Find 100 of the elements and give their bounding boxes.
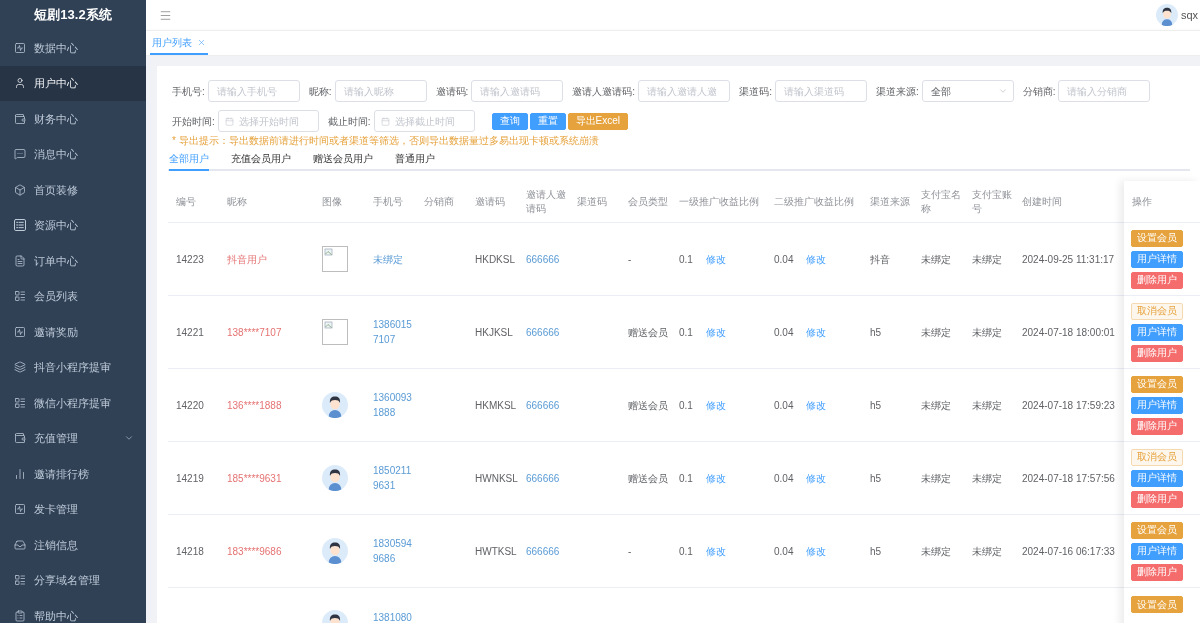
sidebar-item[interactable]: 邀请排行榜	[0, 456, 146, 492]
action-button[interactable]: 取消会员	[1131, 448, 1183, 466]
alipay-name: 未绑定	[921, 325, 951, 340]
nickname: 185****9631	[227, 471, 282, 486]
sidebar-item[interactable]: 数据中心	[0, 30, 146, 66]
action-button[interactable]: 删除用户	[1131, 417, 1183, 435]
user-id: 14220	[176, 398, 204, 413]
nickname: 抖音用户	[227, 252, 267, 267]
user-tab[interactable]: 全部用户	[169, 147, 209, 171]
action-button[interactable]: 设置会员	[1131, 375, 1183, 393]
sidebar-item[interactable]: 会员列表	[0, 278, 146, 314]
sidebar-item[interactable]: 分享域名管理	[0, 562, 146, 598]
sidebar-item[interactable]: 财务中心	[0, 101, 146, 137]
sidebar-item[interactable]: 订单中心	[0, 243, 146, 279]
edit-link[interactable]: 修改	[806, 324, 827, 340]
action-button[interactable]: 删除用户	[1131, 344, 1183, 362]
user-avatar-icon	[1155, 4, 1178, 26]
column-header: 支付宝名称	[921, 187, 962, 216]
edit-link[interactable]: 修改	[806, 470, 827, 486]
edit-link[interactable]: 修改	[705, 543, 726, 559]
filter-button[interactable]: 查询	[491, 112, 528, 130]
edit-link[interactable]: 修改	[705, 397, 726, 413]
sidebar-item[interactable]: 资源中心	[0, 207, 146, 243]
edit-link[interactable]: 修改	[705, 324, 726, 340]
wallet-icon	[14, 112, 26, 125]
action-button[interactable]: 删除用户	[1131, 271, 1183, 289]
document-icon	[14, 254, 26, 267]
phone-link[interactable]: 未绑定	[373, 251, 403, 267]
column-header: 编号	[176, 194, 196, 209]
alipay-name: 未绑定	[921, 252, 951, 267]
sidebar-item[interactable]: 发卡管理	[0, 491, 146, 527]
inviter-code-link[interactable]: 666666	[526, 324, 560, 340]
sidebar-item[interactable]: 微信小程序提审	[0, 385, 146, 421]
field-label: 手机号:	[172, 84, 205, 99]
nickname: 136****1888	[227, 398, 282, 413]
filter-button[interactable]: 导出Excel	[567, 112, 628, 130]
inviter-code-link[interactable]: 666666	[526, 251, 560, 267]
field-label: 昵称:	[308, 84, 332, 99]
member-type: -	[628, 544, 632, 559]
phone-link[interactable]: 13600931888	[373, 390, 414, 420]
sidebar-item[interactable]: 首页装修	[0, 172, 146, 208]
user-tab[interactable]: 普通用户	[395, 147, 435, 171]
sidebar-item[interactable]: 邀请奖励	[0, 314, 146, 350]
action-button[interactable]: 设置会员	[1131, 596, 1183, 613]
inviter-code-link[interactable]: 666666	[526, 543, 560, 559]
field-label: 邀请码:	[435, 84, 469, 99]
edit-link[interactable]: 修改	[705, 251, 726, 267]
member-type: -	[628, 252, 632, 267]
created-time: 2024-07-18 18:00:01	[1022, 325, 1115, 340]
sidebar-item[interactable]: 注销信息	[0, 527, 146, 563]
user-tab[interactable]: 赠送会员用户	[313, 147, 373, 171]
edit-link[interactable]: 修改	[806, 251, 827, 267]
action-button[interactable]: 设置会员	[1131, 521, 1183, 539]
sidebar-item[interactable]: 抖音小程序提审	[0, 349, 146, 385]
edit-link[interactable]: 修改	[806, 397, 827, 413]
menu-icon[interactable]	[159, 8, 172, 22]
close-icon[interactable]	[197, 37, 206, 47]
channel-source: h5	[870, 471, 882, 486]
phone-link[interactable]: 18502119631	[373, 463, 414, 493]
inbox-icon	[14, 538, 26, 551]
sidebar-item[interactable]: 消息中心	[0, 136, 146, 172]
user-tab[interactable]: 充值会员用户	[231, 147, 291, 171]
action-button[interactable]: 用户详情	[1131, 396, 1183, 414]
invite-code: HWNKSL	[475, 471, 518, 486]
list-box-icon	[14, 219, 26, 232]
column-header: 渠道码	[577, 194, 607, 209]
ratio-value: 0.04	[774, 471, 794, 486]
sidebar-item[interactable]: 帮助中心	[0, 598, 146, 623]
inviter-code-link[interactable]: 666666	[526, 470, 560, 486]
filter-button[interactable]: 重置	[529, 112, 566, 130]
action-button[interactable]: 用户详情	[1131, 542, 1183, 560]
action-button[interactable]: 用户详情	[1131, 469, 1183, 487]
column-header: 创建时间	[1022, 194, 1062, 209]
edit-link[interactable]: 修改	[806, 543, 827, 559]
cube-icon	[14, 183, 26, 196]
user-id: 14221	[176, 325, 204, 340]
channel-select[interactable]: 全部	[921, 80, 1014, 102]
action-button[interactable]: 取消会员	[1131, 302, 1183, 320]
channel-source: 抖音	[870, 252, 890, 267]
phone-link[interactable]: 13860157107	[373, 317, 414, 347]
action-button[interactable]: 设置会员	[1131, 229, 1183, 247]
username[interactable]: sqx	[1180, 6, 1198, 24]
channel-source: h5	[870, 325, 882, 340]
action-button[interactable]: 删除用户	[1131, 490, 1183, 508]
column-header: 手机号	[373, 194, 403, 209]
field-label: 分销商:	[1022, 84, 1056, 99]
action-button[interactable]: 用户详情	[1131, 323, 1183, 341]
phone-link[interactable]: 18305949686	[373, 536, 414, 566]
inviter-code-link[interactable]: 666666	[526, 397, 560, 413]
alipay-account: 未绑定	[972, 325, 1002, 340]
action-button[interactable]: 删除用户	[1131, 563, 1183, 581]
phone-link[interactable]: 1381080	[373, 610, 412, 623]
sidebar-item[interactable]: 用户中心	[0, 65, 146, 101]
user-id: 14219	[176, 471, 204, 486]
edit-link[interactable]: 修改	[705, 470, 726, 486]
action-button[interactable]: 用户详情	[1131, 250, 1183, 268]
ratio-value: 0.1	[679, 252, 693, 267]
sidebar-item[interactable]: 充值管理	[0, 420, 146, 456]
column-header: 分销商	[424, 194, 454, 209]
member-type: 赠送会员	[628, 471, 668, 486]
